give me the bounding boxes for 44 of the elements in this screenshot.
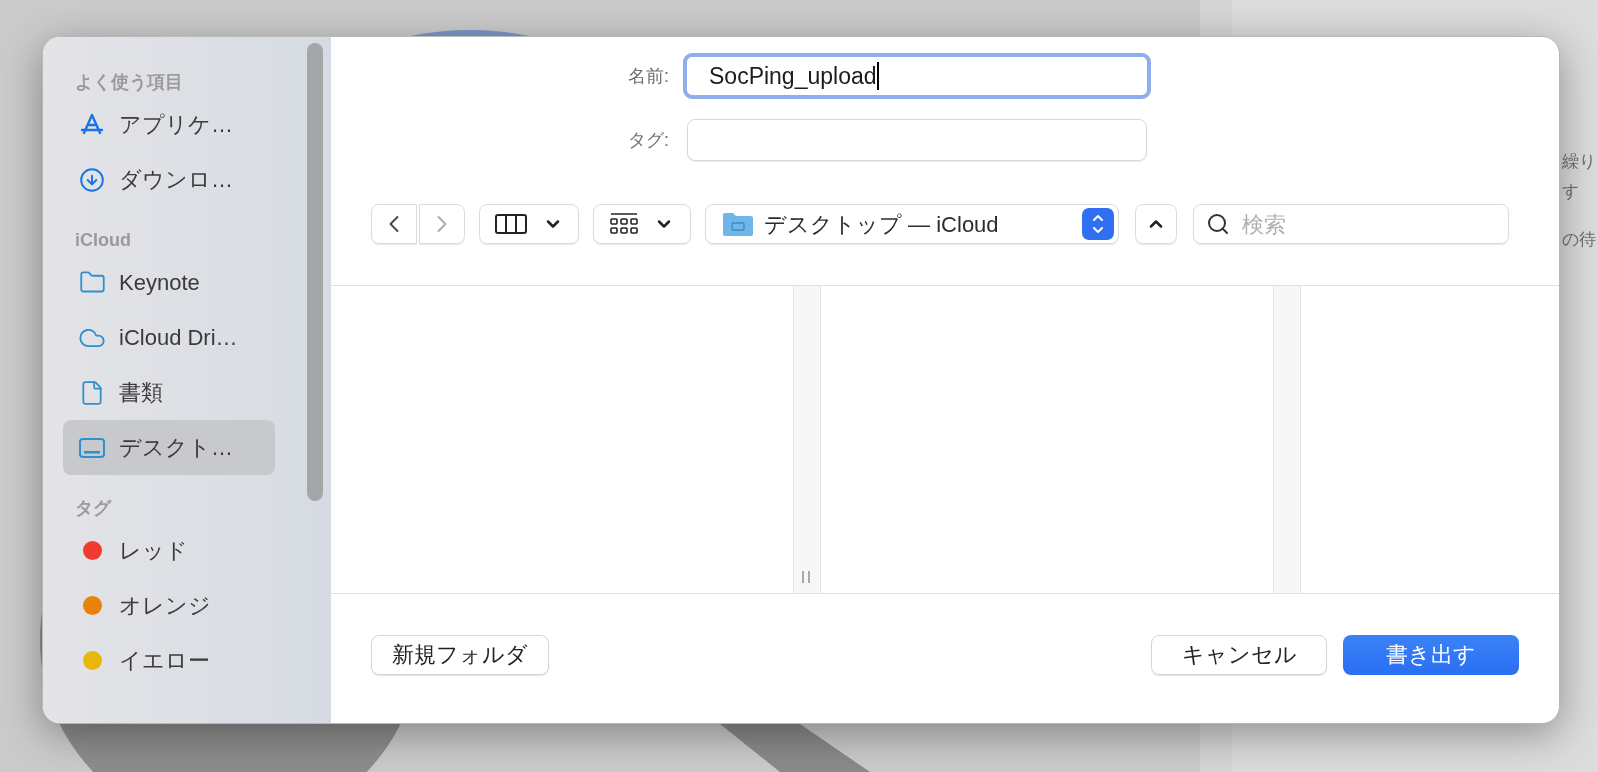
sidebar-item-label: アプリケ… <box>119 111 233 139</box>
background-text: の待 <box>1562 229 1596 251</box>
stepper-icon <box>1082 208 1114 240</box>
desktop-icon <box>78 435 106 460</box>
sidebar-item[interactable]: Keynote <box>63 255 275 310</box>
columns-icon <box>495 213 527 235</box>
section-header: iCloud <box>74 229 132 252</box>
sidebar-item-label: iCloud Dri… <box>119 324 238 352</box>
field-label: タグ: <box>627 128 669 152</box>
tags-field[interactable] <box>687 119 1147 161</box>
sidebar-item[interactable]: iCloud Dri… <box>63 310 275 365</box>
sidebar-item[interactable]: デスクト… <box>63 420 275 475</box>
name-field[interactable]: SocPing_upload <box>683 53 1151 99</box>
sidebar-item[interactable]: 書類 <box>63 365 275 420</box>
sidebar-item[interactable]: アプリケ… <box>63 97 275 152</box>
sidebar-item-label: ダウンロ… <box>119 166 233 194</box>
up-button[interactable] <box>1135 204 1177 244</box>
sidebar-item[interactable]: オレンジ <box>63 578 275 633</box>
sidebar-item-label: 書類 <box>119 379 163 407</box>
folder-icon <box>722 211 754 237</box>
location-popup[interactable]: デスクトップ — iCloud <box>705 204 1119 244</box>
sidebar-item-label: デスクト… <box>119 434 233 462</box>
section-header: タグ <box>74 497 113 520</box>
group-button[interactable] <box>593 204 691 244</box>
view-mode-button[interactable] <box>479 204 579 244</box>
new-folder-button[interactable]: 新規フォルダ <box>371 634 549 675</box>
background-text: 繰り <box>1562 151 1596 173</box>
section-header: よく使う項目 <box>74 71 184 94</box>
resize-handle <box>802 571 810 583</box>
sidebar-item-label: オレンジ <box>119 592 211 620</box>
sidebar-item-label: イエロー <box>119 647 210 675</box>
document-icon <box>79 379 105 406</box>
cancel-button[interactable]: キャンセル <box>1151 634 1327 675</box>
sidebar-item[interactable]: イエロー <box>63 633 275 688</box>
export-button[interactable]: 書き出す <box>1343 634 1519 675</box>
sidebar-item[interactable]: ダウンロ… <box>63 152 275 207</box>
field-label: 名前: <box>627 64 669 88</box>
search-icon <box>1206 212 1230 236</box>
sidebar-item-label: Keynote <box>119 269 200 297</box>
background-text: す <box>1562 181 1580 203</box>
sidebar-item[interactable]: レッド <box>63 523 275 578</box>
sidebar-item-label: レッド <box>119 537 188 565</box>
grid-icon <box>610 212 638 236</box>
download-icon <box>79 166 105 193</box>
